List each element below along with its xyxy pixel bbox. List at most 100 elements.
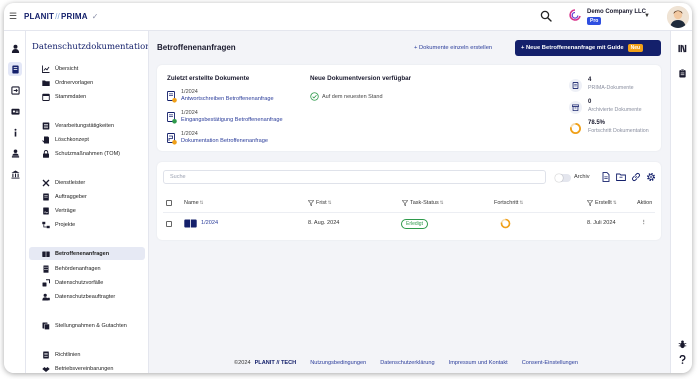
column-header-name[interactable]: Name ⇅ [184, 200, 203, 206]
documentation-icon[interactable] [8, 62, 22, 76]
sidebar-item-projekte[interactable]: Projekte [29, 218, 145, 231]
sidebar-item-betroffenenanfragen[interactable]: Betroffenenanfragen [29, 247, 145, 260]
sidebar-item-dienstleister[interactable]: Dienstleister [29, 176, 145, 189]
document-link[interactable]: Dokumentation Betroffenenanfrage [181, 138, 268, 144]
new-request-guide-button[interactable]: + Neue Betroffenenanfrage mit Guide Neu [515, 40, 661, 56]
footer-link-privacy[interactable]: Datenschutzerklärung [380, 360, 434, 366]
app-logo[interactable]: PLANIT//PRIMA ✓ [24, 12, 99, 21]
agreement-icon [42, 366, 50, 372]
logo-separator: // [55, 12, 60, 21]
sort-icon: ⇅ [519, 200, 524, 205]
sidebar-item-label: Verträge [55, 207, 76, 214]
sidebar-item-label: Richtlinien [55, 351, 81, 358]
delete-doc-icon [42, 136, 49, 143]
recent-documents-heading: Zuletzt erstellte Dokumente [167, 75, 250, 82]
sidebar-item-richtlinien[interactable]: Richtlinien [29, 348, 145, 361]
sidebar-item-tom[interactable]: Schutzmaßnahmen (TOM) [29, 147, 145, 160]
document-link[interactable]: Eingangsbestätigung Betroffenenanfrage [181, 117, 283, 123]
sidebar-item-stellungnahmen[interactable]: Stellungnahmen & Gutachten [29, 319, 145, 332]
stat-value: 0 [588, 99, 592, 105]
sidebar-item-vertraege[interactable]: Verträge [29, 204, 145, 217]
row-actions-menu-icon[interactable]: ⋮ [641, 220, 647, 226]
sidebar-item-behoerdenanfragen[interactable]: Behördenanfragen [29, 262, 145, 275]
column-header-label: Erstellt [595, 200, 612, 206]
footer-link-terms[interactable]: Nutzungsbedingungen [310, 360, 366, 366]
sidebar-item-betriebsvereinbarungen[interactable]: Betriebsvereinbarungen [29, 362, 145, 373]
filter-icon [587, 200, 593, 206]
icon-rail [4, 31, 26, 373]
document-flow-icon [167, 133, 177, 145]
sidebar-item-ordnervorlagen[interactable]: Ordnervorlagen [29, 76, 145, 89]
top-bar: ☰ PLANIT//PRIMA ✓ Demo Company LLC Pro ▼ [4, 3, 692, 31]
column-header-fortschritt[interactable]: Fortschritt ⇅ [494, 200, 523, 206]
team-icon[interactable] [8, 146, 22, 160]
sidebar-item-uebersicht[interactable]: Übersicht [29, 62, 145, 75]
chevron-down-icon[interactable]: ▼ [644, 13, 650, 19]
status-badge: Erledigt [401, 219, 428, 229]
document-number: 1/2024 [181, 89, 198, 95]
stat-label: Archivierte Dokumente [588, 107, 642, 113]
search-input[interactable] [163, 170, 546, 184]
footer-copyright: ©2024 [234, 360, 251, 366]
footer-link-imprint[interactable]: Impressum und Kontakt [449, 360, 508, 366]
row-erstellt: 8. Juli 2024 [587, 220, 616, 226]
page-title: Betroffenenanfragen [157, 43, 236, 52]
add-single-documents-button[interactable]: + Dokumente einzeln erstellen [414, 45, 492, 51]
sidebar-item-label: Auftraggeber [55, 193, 87, 200]
document-transfer-icon[interactable] [8, 83, 22, 97]
footer-link-consent[interactable]: Consent-Einstellungen [522, 360, 578, 366]
user-icon[interactable] [8, 41, 22, 55]
bug-icon[interactable] [675, 337, 689, 351]
chart-icon [42, 65, 50, 73]
sidebar-item-auftraggeber[interactable]: Auftraggeber [29, 190, 145, 203]
library-icon[interactable] [675, 41, 689, 55]
sidebar-item-verarbeitungstaetigkeiten[interactable]: Verarbeitungstätigkeiten [29, 119, 145, 132]
document-number: 1/2024 [181, 131, 198, 137]
help-icon[interactable] [675, 352, 689, 366]
sidebar-item-label: Übersicht [55, 65, 79, 72]
row-checkbox[interactable] [166, 221, 172, 227]
pdf-export-icon[interactable] [601, 172, 611, 182]
sidebar-item-loeschkonzept[interactable]: Löschkonzept [29, 133, 145, 146]
recent-document-item[interactable]: 1/2024 Eingangsbestätigung Betroffenenan… [167, 110, 317, 126]
id-card-icon[interactable] [8, 104, 22, 118]
column-header-label: Fortschritt [494, 200, 519, 206]
row-name-link[interactable]: 1/2024 [201, 220, 218, 226]
company-name[interactable]: Demo Company LLC [587, 9, 646, 15]
new-request-guide-label: + Neue Betroffenenanfrage mit Guide [521, 45, 624, 51]
column-header-task-status[interactable]: Task-Status ⇅ [402, 200, 444, 206]
menu-icon[interactable]: ☰ [9, 11, 17, 22]
plan-badge: Pro [587, 17, 602, 25]
stat-archived-documents: 0 Archivierte Dokumente [569, 99, 659, 117]
app-window: ☰ PLANIT//PRIMA✓ Demo Company LLC Pro ▼ [4, 3, 692, 373]
info-icon[interactable] [8, 125, 22, 139]
sidebar-item-datenschutzvorfaelle[interactable]: Datenschutzvorfälle [29, 276, 145, 289]
sidebar-item-label: Ordnervorlagen [55, 79, 94, 86]
new-badge: Neu [627, 44, 644, 52]
search-icon[interactable] [540, 10, 552, 22]
sidebar-item-stammdaten[interactable]: Stammdaten [29, 90, 145, 103]
archive-toggle[interactable] [555, 174, 571, 182]
select-all-checkbox[interactable] [166, 200, 172, 206]
column-header-erstellt[interactable]: Erstellt ⇅ [587, 200, 617, 206]
column-header-label: Aktion [637, 200, 653, 206]
sidebar-item-datenschutzbeauftragter[interactable]: Datenschutzbeauftragter [29, 290, 145, 303]
check-circle-icon [310, 92, 319, 101]
document-link[interactable]: Antwortschreiben Betroffenenanfrage [181, 96, 274, 102]
version-status: Auf dem neuesten Stand [310, 92, 383, 101]
clipboard-icon[interactable] [675, 66, 689, 80]
gear-icon[interactable] [646, 172, 656, 182]
logo-planit: PLANIT [24, 12, 55, 21]
link-icon[interactable] [631, 172, 641, 182]
person-icon [42, 293, 50, 300]
column-header-frist[interactable]: Frist ⇅ [308, 200, 331, 206]
recent-document-item[interactable]: 1/2024 Antwortschreiben Betroffenenanfra… [167, 89, 317, 105]
logo-prima: PRIMA [60, 12, 88, 21]
folder-open-icon[interactable] [616, 172, 626, 182]
sidebar-item-label: Behördenanfragen [55, 265, 101, 272]
avatar[interactable] [667, 6, 689, 28]
recent-document-item[interactable]: 1/2024 Dokumentation Betroffenenanfrage [167, 131, 317, 147]
institution-icon[interactable] [8, 167, 22, 181]
filter-icon [308, 200, 314, 206]
sort-icon: ⇅ [199, 200, 204, 205]
